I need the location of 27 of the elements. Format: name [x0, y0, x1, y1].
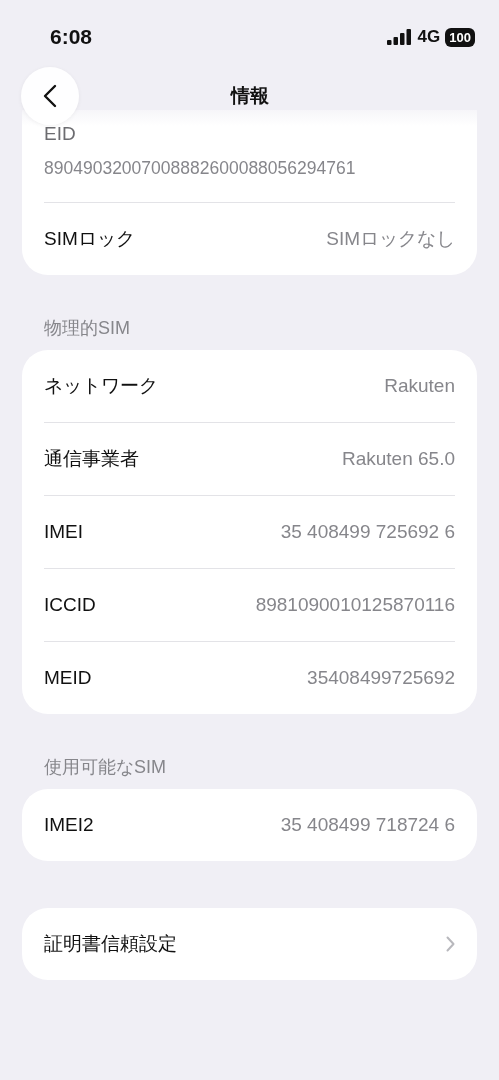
chevron-icon — [446, 936, 455, 952]
row-value: 8981090010125870116 — [255, 593, 455, 617]
section-header: 物理的SIM — [44, 317, 130, 340]
battery-level: 100 — [445, 27, 475, 47]
row-label: IMEI2 — [44, 813, 94, 837]
row-label: MEID — [44, 666, 92, 690]
row-value: 35 408499 718724 6 — [280, 813, 455, 837]
status-time: 6:08 — [50, 25, 93, 49]
row-value: Rakuten — [384, 374, 455, 398]
row-label: IMEI — [44, 520, 84, 544]
row-value: SIMロックなし — [326, 227, 455, 251]
network-type: 4G — [417, 27, 441, 47]
section-header: 使用可能なSIM — [44, 756, 166, 779]
row-label: SIMロック — [44, 227, 135, 251]
back-button[interactable] — [21, 67, 79, 125]
page-title: 情報 — [230, 84, 269, 108]
row-value: Rakuten 65.0 — [341, 447, 455, 471]
signal-icon — [386, 29, 413, 45]
row-value: 35 408499 725692 6 — [280, 520, 455, 544]
row-label: EID — [44, 122, 76, 146]
settings-link[interactable]: 証明書信頼設定 — [44, 908, 455, 980]
back-icon — [43, 84, 57, 108]
row-value: 35408499725692 — [307, 666, 455, 690]
row-label: ネットワーク — [44, 374, 158, 398]
row-label: ICCID — [44, 593, 96, 617]
row-label: 通信事業者 — [44, 447, 139, 471]
row-value: 89049032007008882600088056294761 — [44, 157, 356, 180]
